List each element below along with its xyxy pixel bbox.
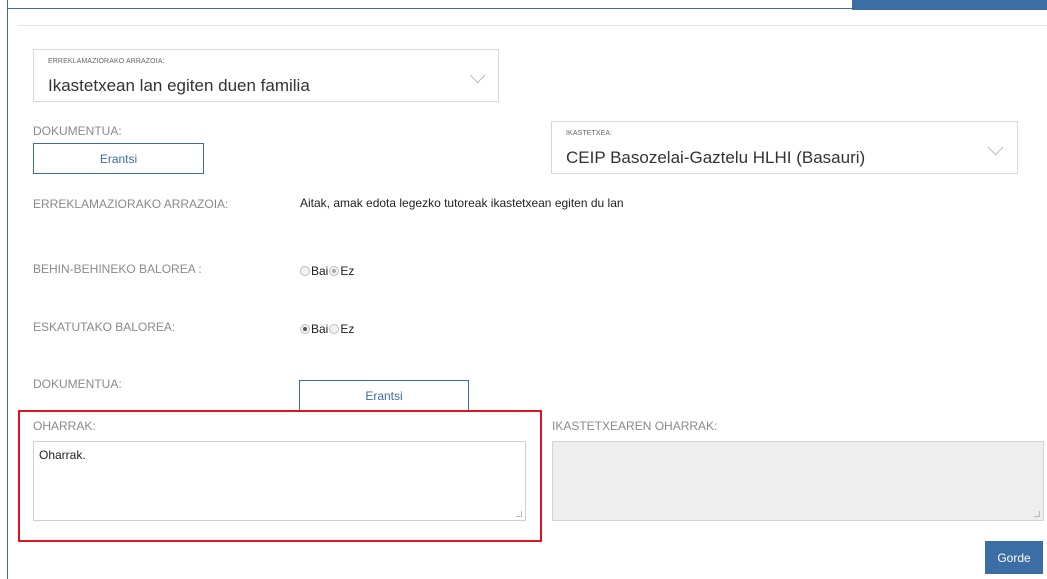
frame-left-border [7, 0, 8, 579]
save-button[interactable]: Gorde [985, 541, 1043, 574]
top-tab-bar [852, 0, 1047, 10]
school-select-label: IKASTETXEA: [566, 130, 613, 137]
chevron-down-icon[interactable] [469, 67, 486, 84]
provisional-radio-group: Bai Ez [300, 264, 355, 278]
reason-row-label: ERREKLAMAZIORAKO ARRAZOIA: [33, 197, 229, 211]
document-label: DOKUMENTUA: [33, 124, 122, 138]
school-notes-textarea [552, 441, 1044, 521]
provisional-radio-ez[interactable] [329, 266, 340, 276]
requested-option-bai: Bai [311, 322, 329, 336]
requested-option-ez: Ez [340, 322, 355, 336]
reason-row-value: Aitak, amak edota legezko tutoreak ikast… [300, 196, 624, 210]
highlight-annotation [18, 410, 542, 542]
reason-select[interactable]: ERREKLAMAZIORAKO ARRAZOIA: Ikastetxean l… [33, 49, 499, 102]
requested-radio-bai[interactable] [300, 324, 310, 334]
provisional-radio-bai[interactable] [300, 266, 310, 276]
requested-radio-ez[interactable] [329, 324, 340, 334]
school-select[interactable]: IKASTETXEA: CEIP Basozelai-Gaztelu HLHI … [551, 121, 1018, 174]
document-label-2: DOKUMENTUA: [33, 377, 122, 391]
attach-document-button-2[interactable]: Erantsi [299, 380, 469, 411]
provisional-option-ez: Ez [340, 264, 355, 278]
resize-grip-icon [1034, 511, 1040, 517]
reason-select-label: ERREKLAMAZIORAKO ARRAZOIA: [48, 58, 165, 65]
school-select-value: CEIP Basozelai-Gaztelu HLHI (Basauri) [566, 148, 866, 167]
attach-document-button[interactable]: Erantsi [33, 143, 204, 174]
reason-select-value: Ikastetxean lan egiten duen familia [48, 76, 310, 95]
requested-value-label: ESKATUTAKO BALOREA: [33, 320, 176, 334]
requested-radio-group: Bai Ez [300, 322, 355, 336]
provisional-option-bai: Bai [311, 264, 329, 278]
provisional-value-label: BEHIN-BEHINEKO BALOREA : [33, 262, 202, 276]
school-notes-label: IKASTETXEAREN OHARRAK: [552, 419, 718, 433]
panel-divider [18, 25, 1047, 26]
chevron-down-icon[interactable] [987, 139, 1004, 156]
